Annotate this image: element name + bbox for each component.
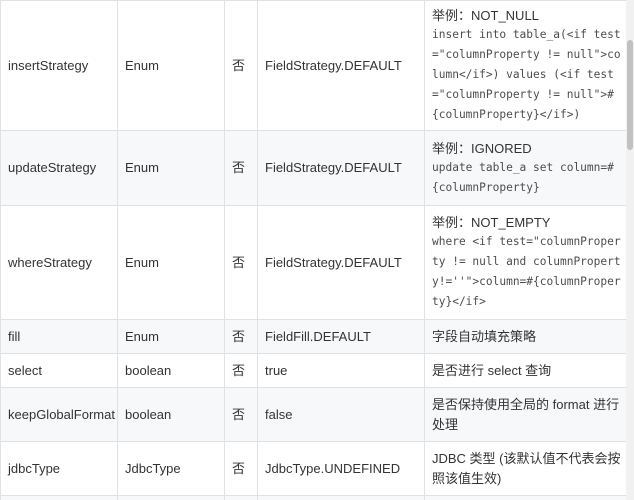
example-title: 举例：IGNORED [432, 140, 532, 156]
table-row: whereStrategy Enum 否 FieldStrategy.DEFAU… [0, 205, 626, 320]
attribute-type-cell: Enum [117, 130, 225, 206]
attribute-table: insertStrategy Enum 否 FieldStrategy.DEFA… [0, 0, 626, 500]
attribute-name-cell: updateStrategy [0, 130, 118, 206]
example-code: insert into table_a(<if test="columnProp… [432, 28, 621, 121]
empty-cell [0, 495, 118, 500]
table-row: updateStrategy Enum 否 FieldStrategy.DEFA… [0, 130, 626, 206]
attribute-type-cell: Enum [117, 0, 225, 131]
attribute-description-cell: JDBC 类型 (该默认值不代表会按照该值生效) [424, 441, 626, 496]
attribute-type-cell: Enum [117, 319, 225, 354]
attribute-name-cell: insertStrategy [0, 0, 118, 131]
attribute-required-cell: 否 [224, 130, 258, 206]
attribute-required-cell: 否 [224, 205, 258, 320]
empty-cell [257, 495, 425, 500]
attribute-name-cell: keepGlobalFormat [0, 387, 118, 442]
example-title: 举例：NOT_NULL [432, 8, 539, 23]
attribute-default-cell: false [257, 387, 425, 442]
attribute-required-cell: 否 [224, 353, 258, 388]
attribute-default-cell: FieldStrategy.DEFAULT [257, 130, 425, 206]
attribute-required-cell: 否 [224, 0, 258, 131]
attribute-default-cell: FieldFill.DEFAULT [257, 319, 425, 354]
example-code: where <if test="columnProperty != null a… [432, 235, 621, 308]
table-row: fill Enum 否 FieldFill.DEFAULT 字段自动填充策略 [0, 319, 626, 354]
attribute-default-cell: FieldStrategy.DEFAULT [257, 205, 425, 320]
empty-cell [424, 495, 626, 500]
empty-cell [117, 495, 225, 500]
attribute-description-cell: 字段自动填充策略 [424, 319, 626, 354]
attribute-type-cell: Enum [117, 205, 225, 320]
attribute-required-cell: 否 [224, 319, 258, 354]
attribute-type-cell: JdbcType [117, 441, 225, 496]
vertical-scrollbar[interactable] [626, 0, 634, 500]
table-row: select boolean 否 true 是否进行 select 查询 [0, 353, 626, 388]
attribute-description-cell: 举例：NOT_EMPTY where <if test="columnPrope… [424, 205, 626, 320]
empty-cell [224, 495, 258, 500]
table-row: insertStrategy Enum 否 FieldStrategy.DEFA… [0, 0, 626, 131]
table-row: keepGlobalFormat boolean 否 false 是否保持使用全… [0, 387, 626, 442]
attribute-name-cell: fill [0, 319, 118, 354]
attribute-default-cell: FieldStrategy.DEFAULT [257, 0, 425, 131]
attribute-table-page: insertStrategy Enum 否 FieldStrategy.DEFA… [0, 0, 626, 500]
example-title: 举例：NOT_EMPTY [432, 215, 551, 230]
attribute-name-cell: select [0, 353, 118, 388]
attribute-description-cell: 举例：IGNORED update table_a set column=#{c… [424, 130, 626, 206]
attribute-description-cell: 是否保持使用全局的 format 进行处理 [424, 387, 626, 442]
attribute-required-cell: 否 [224, 441, 258, 496]
table-row [0, 495, 626, 500]
table-row: jdbcType JdbcType 否 JdbcType.UNDEFINED J… [0, 441, 626, 496]
example-code: update table_a set column=#{columnProper… [432, 160, 614, 194]
attribute-default-cell: true [257, 353, 425, 388]
attribute-description-cell: 是否进行 select 查询 [424, 353, 626, 388]
attribute-required-cell: 否 [224, 387, 258, 442]
attribute-type-cell: boolean [117, 387, 225, 442]
attribute-type-cell: boolean [117, 353, 225, 388]
attribute-name-cell: whereStrategy [0, 205, 118, 320]
attribute-description-cell: 举例：NOT_NULL insert into table_a(<if test… [424, 0, 626, 131]
attribute-name-cell: jdbcType [0, 441, 118, 496]
attribute-default-cell: JdbcType.UNDEFINED [257, 441, 425, 496]
scrollbar-thumb[interactable] [627, 40, 633, 150]
